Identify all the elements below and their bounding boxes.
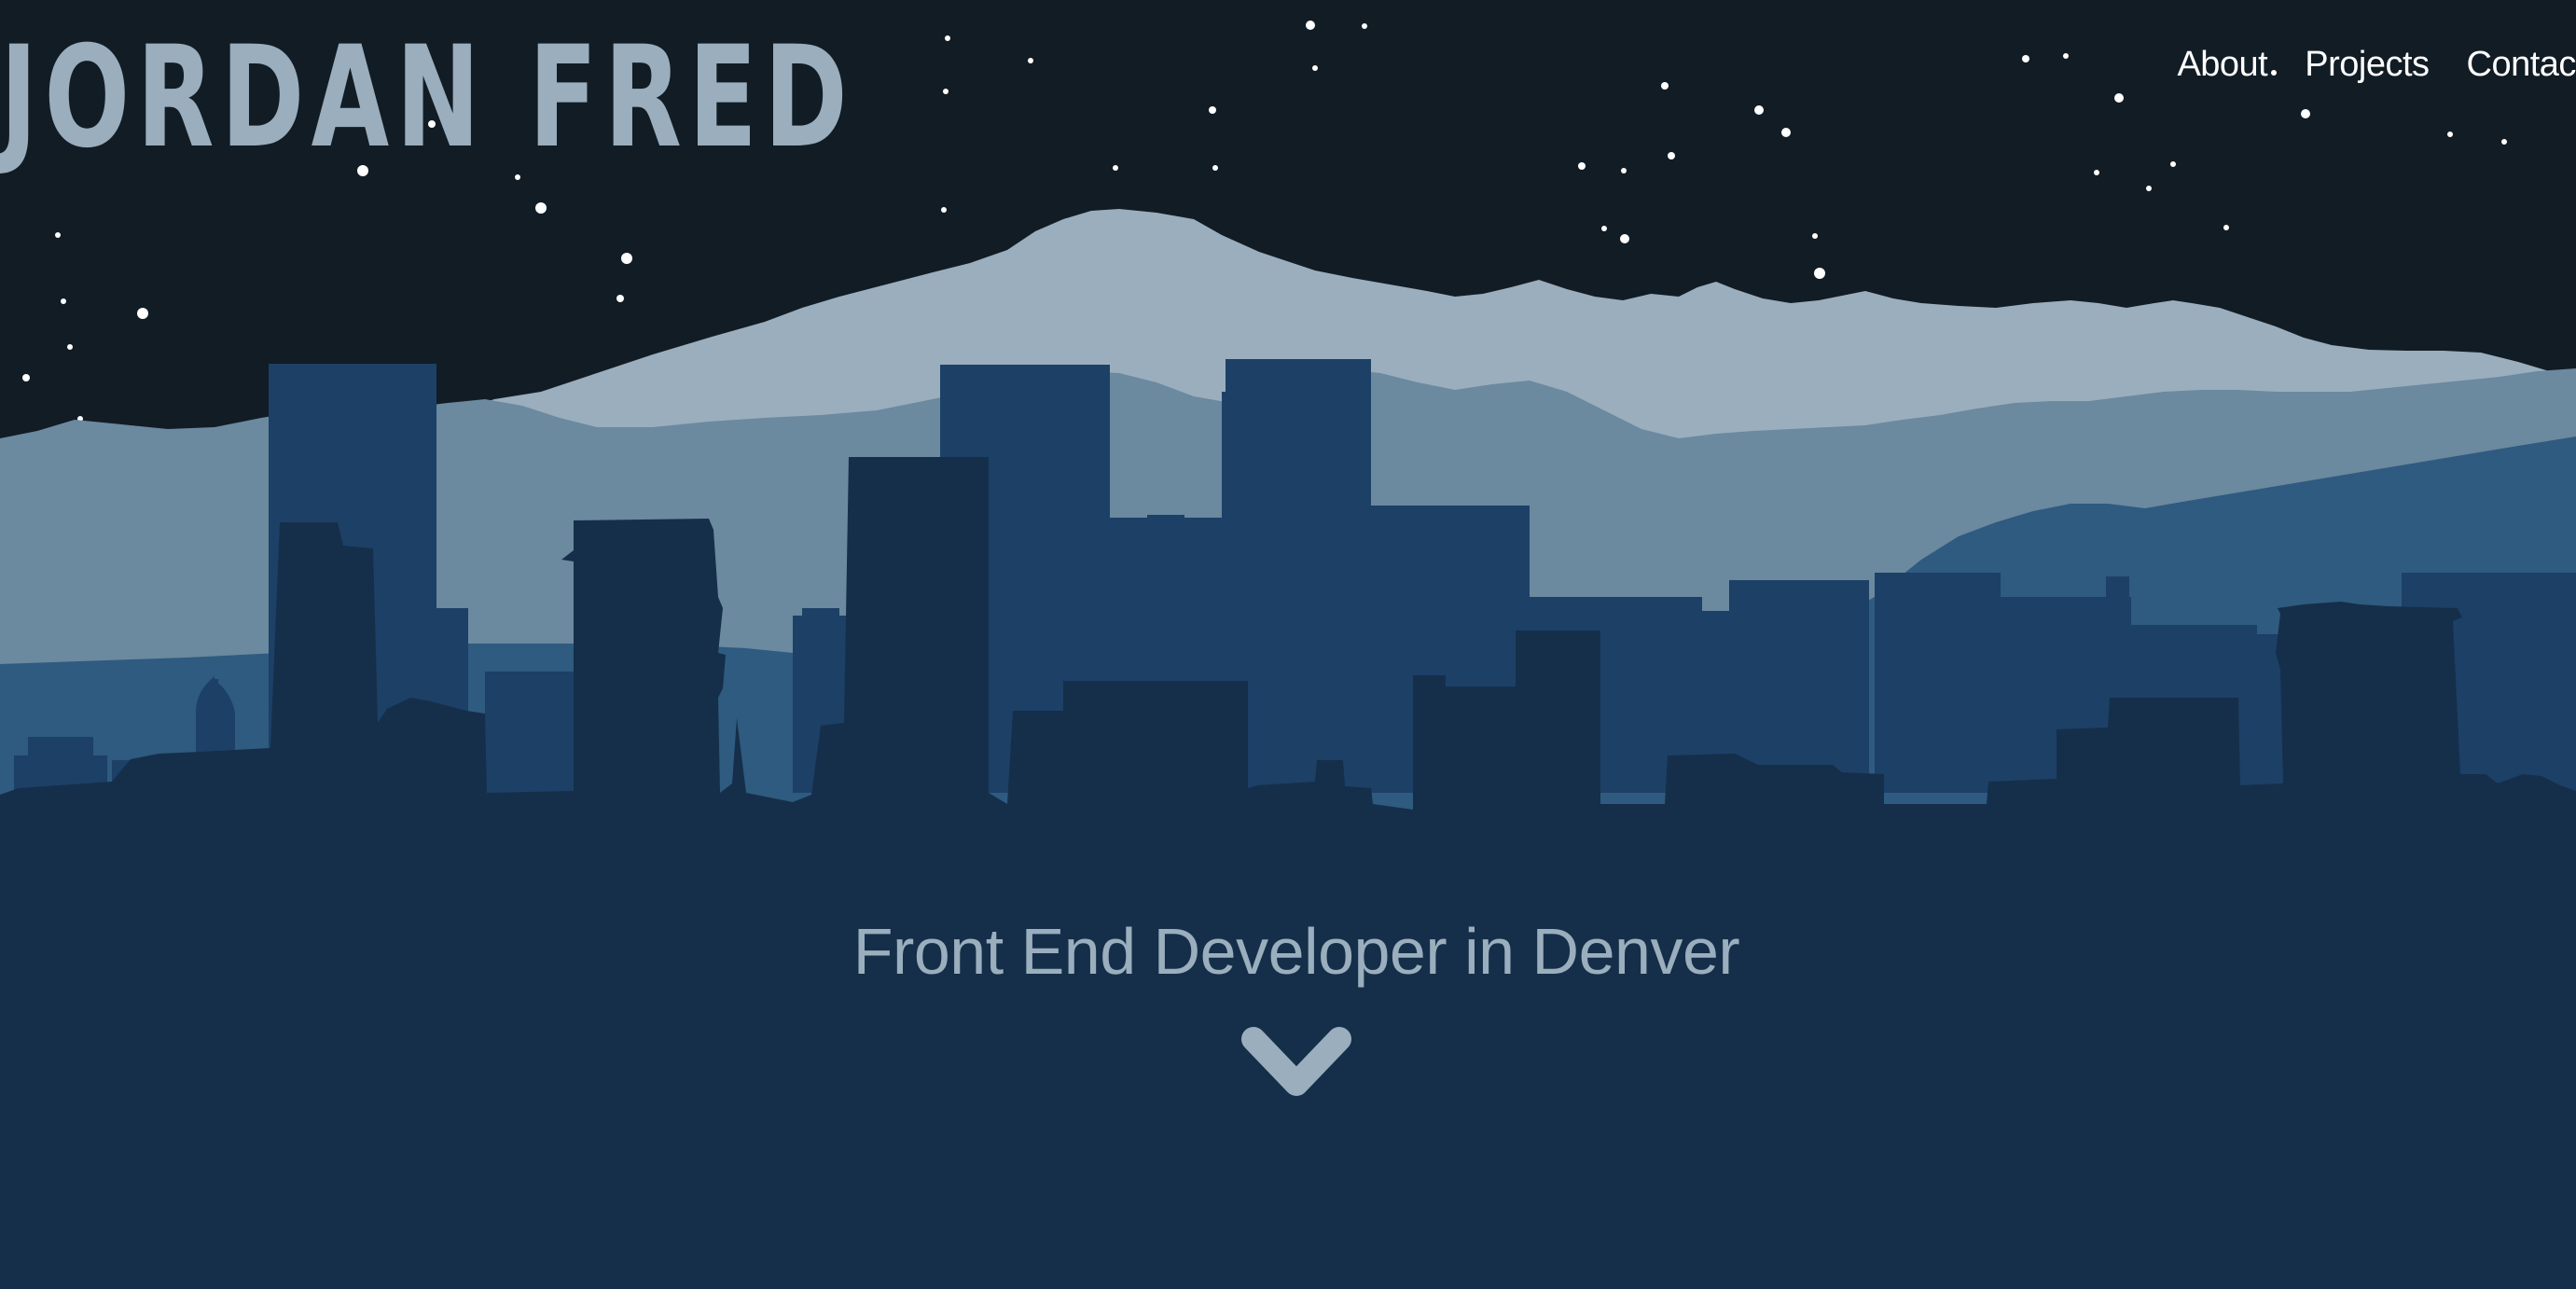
hero-tagline: Front End Developer in Denver <box>852 915 1740 988</box>
nav-contact-link[interactable]: Contact <box>2467 45 2576 85</box>
site-logo[interactable]: Jordan Fred <box>0 28 854 168</box>
nav-about-link[interactable]: About <box>2177 45 2267 85</box>
nav-projects-link[interactable]: Projects <box>2305 45 2430 85</box>
main-nav: About Projects Contact <box>2177 45 2576 85</box>
chevron-down-icon[interactable] <box>1240 1026 1352 1101</box>
